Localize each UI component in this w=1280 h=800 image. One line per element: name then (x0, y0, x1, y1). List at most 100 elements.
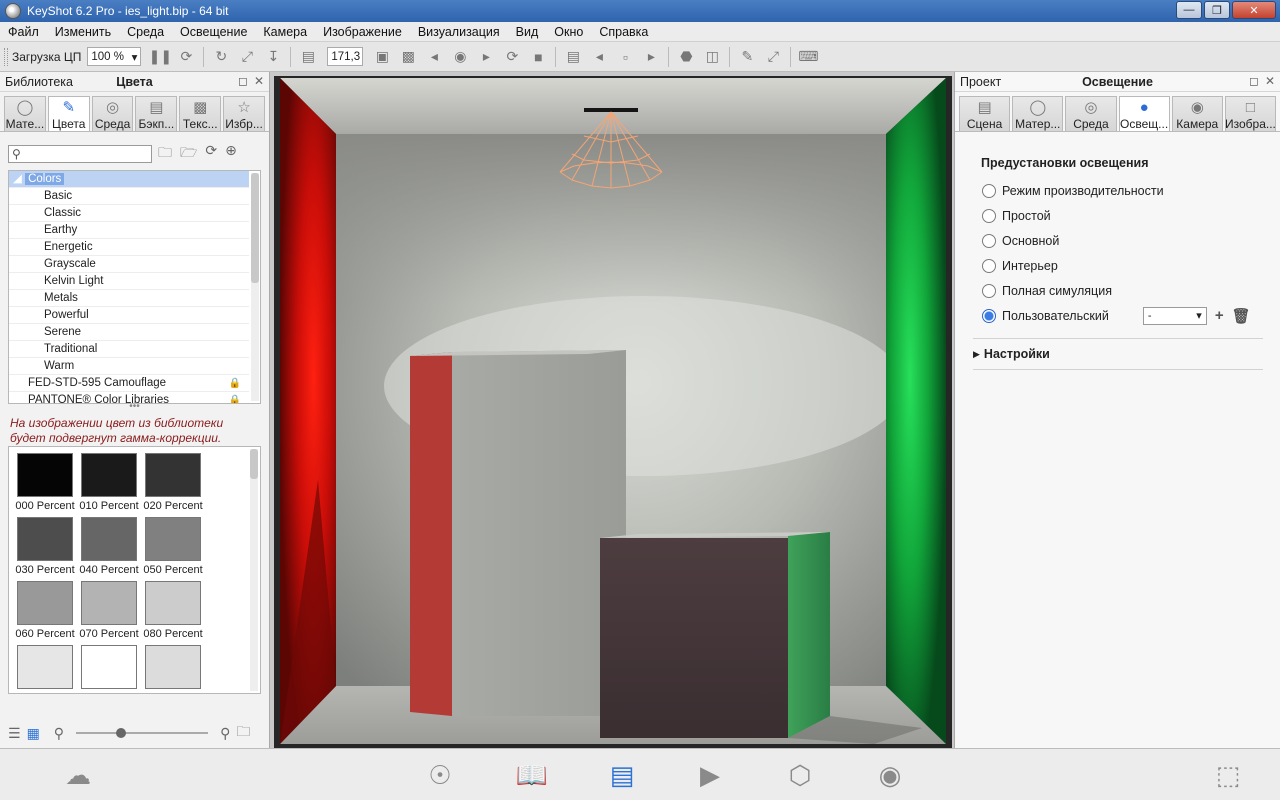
geometry-prev-icon[interactable]: ◂ (588, 46, 610, 68)
tab-backplates[interactable]: ▤ Бэкп... (135, 96, 178, 131)
toolbar-grip[interactable] (4, 47, 8, 66)
geometry-next-icon[interactable]: ▸ (640, 46, 662, 68)
add-folder-icon[interactable]: 🗀 (158, 142, 172, 166)
color-swatch[interactable] (141, 645, 205, 693)
grid-view-icon[interactable]: ▦ (27, 725, 40, 742)
cpu-load-select[interactable]: 100 % ▾ (87, 47, 142, 66)
curve-icon[interactable]: ⤢ (762, 46, 784, 68)
settings-section[interactable]: ▶ Настройки (973, 339, 1280, 369)
zoom-in-icon[interactable]: ⚲ (220, 725, 230, 742)
list-view-icon[interactable]: ☰ (8, 725, 21, 742)
tab-scene[interactable]: ▤ Сцена (959, 96, 1011, 131)
tree-item[interactable]: Basic (9, 188, 249, 205)
color-swatch[interactable]: 060 Percent (13, 581, 77, 645)
lighting-preset-option[interactable]: Интерьер (973, 253, 1280, 278)
menu-render[interactable]: Визуализация (410, 25, 508, 39)
render-icon[interactable]: ◉ (872, 757, 908, 793)
tree-item[interactable]: Powerful (9, 307, 249, 324)
folder-settings-icon[interactable]: 🗀 (236, 721, 250, 745)
undock-icon[interactable]: ◻ (1249, 74, 1259, 88)
import-icon[interactable]: ☉ (422, 757, 458, 793)
menu-window[interactable]: Окно (546, 25, 591, 39)
lock-icon[interactable]: ■ (527, 46, 549, 68)
tree-item[interactable]: Earthy (9, 222, 249, 239)
color-swatch[interactable]: 050 Percent (141, 517, 205, 581)
camera-icon[interactable]: ◉ (449, 46, 471, 68)
tab-materials[interactable]: ◯ Мате... (4, 96, 46, 131)
camera-next-icon[interactable]: ▸ (475, 46, 497, 68)
library-icon[interactable]: 📖 (514, 757, 550, 793)
radio-button[interactable] (982, 283, 996, 298)
menu-environment[interactable]: Среда (119, 25, 172, 39)
tab-colors[interactable]: ✎ Цвета (47, 96, 90, 131)
collapse-arrow-icon[interactable]: ◢ (13, 173, 22, 185)
tree-root-colors[interactable]: ◢ Colors (9, 171, 249, 188)
menu-help[interactable]: Справка (591, 25, 656, 39)
radio-button[interactable] (982, 183, 996, 198)
color-swatch[interactable] (13, 645, 77, 693)
crosshair-icon[interactable]: ⊕ (225, 142, 237, 166)
tab-environment[interactable]: ◎ Среда (91, 96, 134, 131)
focal-length-input[interactable]: 171,3 (327, 47, 364, 66)
lighting-preset-option[interactable]: Режим производительности (973, 178, 1280, 203)
add-icon[interactable]: + (1215, 307, 1224, 325)
sync-icon[interactable]: ⟳ (501, 46, 523, 68)
animation-icon[interactable]: ▶ (692, 757, 728, 793)
tree-item[interactable]: Serene (9, 324, 249, 341)
screenshot-icon[interactable]: ▣ (371, 46, 393, 68)
zoom-out-icon[interactable]: ⚲ (54, 725, 64, 742)
tree-item[interactable]: Metals (9, 290, 249, 307)
project-icon[interactable]: ▤ (604, 757, 640, 793)
reset-icon[interactable]: ↻ (210, 46, 232, 68)
tab-image[interactable]: □ Изобра... (1224, 96, 1277, 131)
brush-icon[interactable]: ✎ (736, 46, 758, 68)
color-swatch[interactable]: 040 Percent (77, 517, 141, 581)
focal-length-icon[interactable]: ▤ (297, 46, 319, 68)
menu-image[interactable]: Изображение (315, 25, 410, 39)
menu-view[interactable]: Вид (508, 25, 547, 39)
radio-button[interactable] (982, 258, 996, 273)
menu-file[interactable]: Файл (0, 25, 47, 39)
screenshot-settings-icon[interactable]: ▩ (397, 46, 419, 68)
scroll-thumb[interactable] (250, 449, 258, 479)
thumbnail-size-slider[interactable] (76, 728, 209, 738)
color-swatch[interactable]: 000 Percent (13, 453, 77, 517)
tree-item-locked[interactable]: PANTONE® Color Libraries 🔒 (9, 392, 249, 403)
lighting-preset-option[interactable]: Полная симуляция (973, 278, 1280, 303)
maximize-button[interactable]: ❐ (1204, 1, 1230, 19)
tree-item[interactable]: Energetic (9, 239, 249, 256)
tab-camera[interactable]: ◉ Камера (1171, 96, 1223, 131)
tree-item-locked[interactable]: FED-STD-595 Camouflage 🔒 (9, 375, 249, 392)
undock-icon[interactable]: ◻ (238, 74, 248, 88)
color-swatch[interactable]: 070 Percent (77, 581, 141, 645)
swatch-scrollbar[interactable] (250, 449, 258, 691)
splitter-handle[interactable]: ••• (0, 402, 269, 412)
radio-button[interactable] (982, 308, 996, 323)
menu-camera[interactable]: Камера (255, 25, 315, 39)
menu-edit[interactable]: Изменить (47, 25, 119, 39)
tab-lighting[interactable]: ● Освещ... (1118, 96, 1170, 131)
tree-item[interactable]: Warm (9, 358, 249, 375)
lighting-preset-option[interactable]: Простой (973, 203, 1280, 228)
tab-material[interactable]: ◯ Матер... (1012, 96, 1064, 131)
menu-lighting[interactable]: Освещение (172, 25, 255, 39)
pause-icon[interactable]: ❚❚ (149, 46, 172, 68)
refresh-library-icon[interactable]: ⟳ (205, 142, 217, 166)
custom-preset-select[interactable]: - ▾ (1142, 306, 1207, 325)
color-swatch[interactable]: 020 Percent (141, 453, 205, 517)
slider-knob[interactable] (116, 728, 127, 738)
tree-item[interactable]: Classic (9, 205, 249, 222)
color-swatch[interactable]: 030 Percent (13, 517, 77, 581)
close-button[interactable]: ✕ (1232, 1, 1276, 19)
geometry-view-icon[interactable]: ▫ (614, 46, 636, 68)
color-swatch[interactable] (77, 645, 141, 693)
tree-item[interactable]: Grayscale (9, 256, 249, 273)
fit-icon[interactable]: ⤢ (236, 46, 258, 68)
tab-environment[interactable]: ◎ Среда (1065, 96, 1117, 131)
geometry-add-icon[interactable]: ▤ (562, 46, 584, 68)
cloud-icon[interactable]: ☁ (60, 757, 96, 793)
drop-icon[interactable]: ↧ (262, 46, 284, 68)
tab-favorites[interactable]: ☆ Избр... (223, 96, 265, 131)
render-viewport[interactable] (274, 76, 952, 748)
radio-button[interactable] (982, 208, 996, 223)
